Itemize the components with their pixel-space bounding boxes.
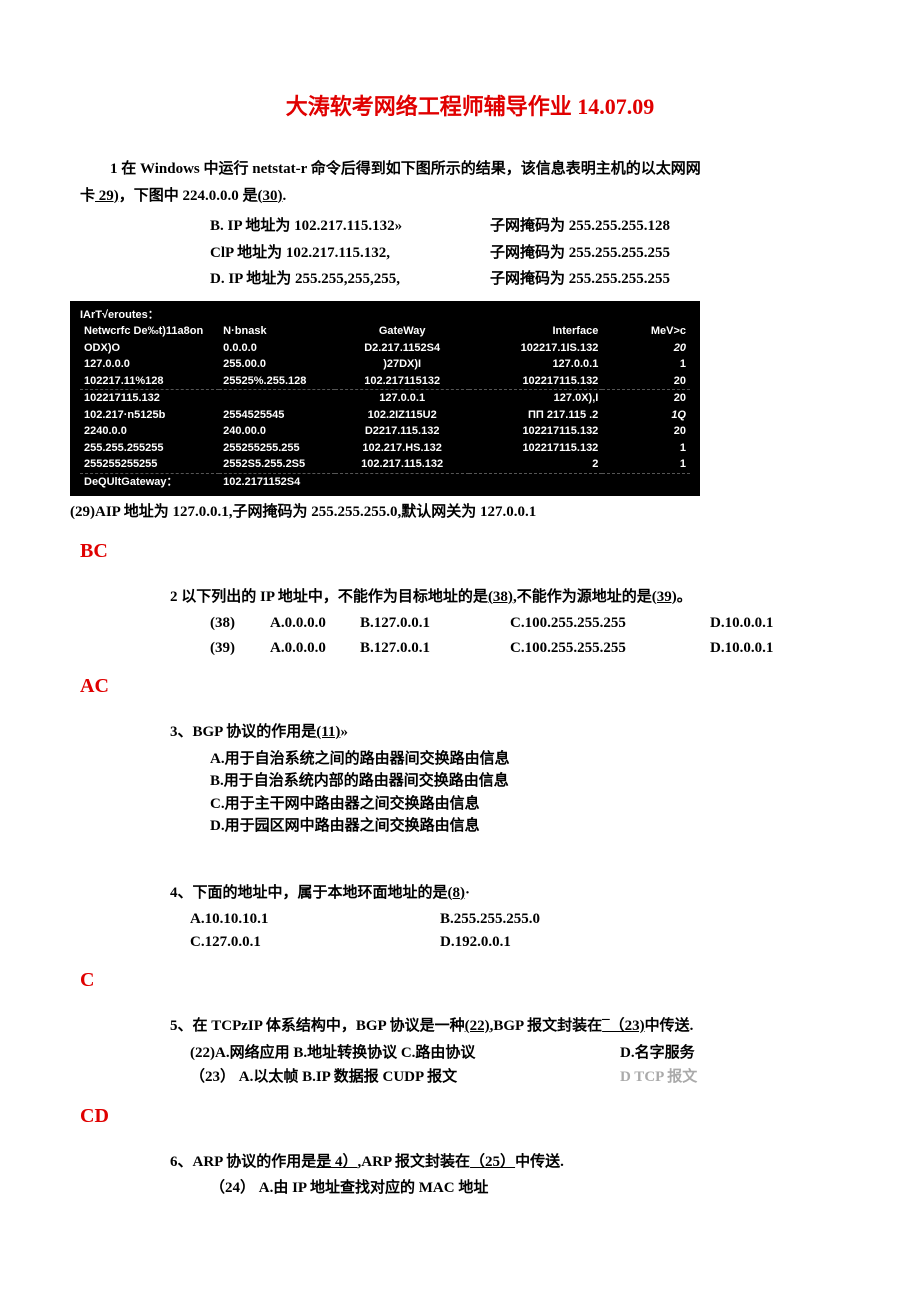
q1-l1a: 1 在 Windows 中运行 netstat-r 命令后得到如下图所示的结果，… <box>110 161 701 177</box>
q6-blank25: （25） <box>470 1154 515 1170</box>
q3-opt-c: C.用于主干网中路由器之间交换路由信息 <box>210 793 830 816</box>
q4-row2: C.127.0.0.1D.192.0.0.1 <box>190 931 830 954</box>
q2-options: (38)A.0.0.0.0B.127.0.0.1C.100.255.255.25… <box>210 612 830 659</box>
q3-stem: 3、BGP 协议的作用是(11)» <box>170 721 830 744</box>
q1-opt-b: B. IP 地址为 102.217.115.132»子网掩码为 255.255.… <box>210 215 830 238</box>
rt-h5: MeV>c <box>602 323 690 340</box>
q5-answer: CD <box>80 1101 830 1131</box>
rt-row: 127.0.0.0255.00.0)27DX)I127.0.0.11 <box>80 356 690 373</box>
q1-opt-d-b: 子网掩码为 255.255.255.255 <box>490 268 670 291</box>
rt-caption: IArT√eroutes： <box>80 307 690 324</box>
q1-line1: 1 在 Windows 中运行 netstat-r 命令后得到如下图所示的结果，… <box>110 158 830 181</box>
q6-blank24: 是 4） <box>316 1154 357 1170</box>
q1-l1b-mid: ，下图中 224.0.0.0 是 <box>119 188 258 204</box>
q1-l1b-suf: . <box>283 188 287 204</box>
q5-stem: 5、在 TCPzIP 体系结构中，BGP 协议是一种(22),BGP 报文封装在… <box>170 1015 830 1038</box>
q1-blank-29: 29) <box>95 188 119 204</box>
q4-s: · <box>465 885 470 901</box>
q5-a: 5、在 TCPzIP 体系结构中，BGP 协议是一种 <box>170 1018 465 1034</box>
rt-footer: DeQUltGateway：102.2171152S4 <box>80 473 690 490</box>
q1-opt-d-a: D. IP 地址为 255.255,255,255, <box>210 268 490 291</box>
rt-row: 102.217·n5125b2554525545102.2IZ115U2ΠΠ 2… <box>80 407 690 424</box>
rt-row: 102217115.132127.0.0.1127.0X),I20 <box>80 390 690 407</box>
q3-s: » <box>340 724 348 740</box>
q2-s: 。 <box>677 589 692 605</box>
q1-opt-d: D. IP 地址为 255.255,255,255,子网掩码为 255.255.… <box>210 268 830 291</box>
rt-h3: GateWay <box>335 323 468 340</box>
q1-line2: 卡 29)，下图中 224.0.0.0 是(30). <box>80 185 830 208</box>
q1-note29: (29)AIP 地址为 127.0.0.1,子网掩码为 255.255.255.… <box>70 501 830 524</box>
rt-row: ODX)O0.0.0.0D2.217.1152S4102217.1IS.1322… <box>80 340 690 357</box>
q5-m: ,BGP 报文封装在 <box>490 1018 603 1034</box>
q3-blank11: (11) <box>316 724 340 740</box>
rt-header: Netwcrfc De‰t)11a8on N·bnask GateWay Int… <box>80 323 690 340</box>
q2-stem: 2 以下列出的 IP 地址中，不能作为目标地址的是(38),不能作为源地址的是(… <box>170 586 830 609</box>
doc-title: 大涛软考网络工程师辅导作业 14.07.09 <box>110 90 830 123</box>
q5-row23: （23） A.以太帧 B.IP 数据报 CUDP 报文D TCP 报文 <box>190 1066 830 1089</box>
q5-blank23: ¯（23) <box>602 1018 645 1034</box>
q2-blank38: (38) <box>488 589 513 605</box>
q6-a: 6、ARP 协议的作用是 <box>170 1154 316 1170</box>
q4-answer: C <box>80 965 830 995</box>
q3-opt-a: A.用于自治系统之间的路由器间交换路由信息 <box>210 748 830 771</box>
q2-blank39: (39) <box>652 589 677 605</box>
q1-l1b-pre: 卡 <box>80 188 95 204</box>
q1-opt-c: ClP 地址为 102.217.115.132,子网掩码为 255.255.25… <box>210 242 830 265</box>
q5-row22: (22)A.网络应用 B.地址转换协议 C.路由协议D.名字服务 <box>190 1042 830 1065</box>
q1-opt-c-b: 子网掩码为 255.255.255.255 <box>490 242 670 265</box>
q4-blank8: (8) <box>448 885 466 901</box>
q1-opt-b-a: B. IP 地址为 102.217.115.132» <box>210 215 490 238</box>
q3-opt-b: B.用于自治系统内部的路由器间交换路由信息 <box>210 770 830 793</box>
q4-options: A.10.10.10.1B.255.255.255.0 C.127.0.0.1D… <box>190 908 830 953</box>
q6-m: ,ARP 报文封装在 <box>358 1154 471 1170</box>
rt-row: 2552552552552552S5.255.2S5102.217.115.13… <box>80 456 690 473</box>
q1-options: B. IP 地址为 102.217.115.132»子网掩码为 255.255.… <box>210 215 830 291</box>
q2-a: 2 以下列出的 IP 地址中，不能作为目标地址的是 <box>170 589 488 605</box>
q4-row1: A.10.10.10.1B.255.255.255.0 <box>190 908 830 931</box>
q5-s: 中传送. <box>645 1018 694 1034</box>
q6-s: 中传送. <box>515 1154 564 1170</box>
rt-row: 2240.0.0240.00.0D2217.115.132102217115.1… <box>80 423 690 440</box>
routing-table: IArT√eroutes： Netwcrfc De‰t)11a8on N·bna… <box>70 301 700 497</box>
q1-opt-b-b: 子网掩码为 255.255.255.128 <box>490 215 670 238</box>
q1-answer: BC <box>80 536 830 566</box>
q5-options: (22)A.网络应用 B.地址转换协议 C.路由协议D.名字服务 （23） A.… <box>190 1042 830 1089</box>
rt-grid: Netwcrfc De‰t)11a8on N·bnask GateWay Int… <box>80 323 690 490</box>
q2-m: ,不能作为源地址的是 <box>513 589 652 605</box>
q4-stem: 4、下面的地址中，属于本地环面地址的是(8)· <box>170 882 830 905</box>
q3-a: 3、BGP 协议的作用是 <box>170 724 316 740</box>
q2-answer: AC <box>80 671 830 701</box>
rt-h1: Netwcrfc De‰t)11a8on <box>80 323 219 340</box>
rt-h2: N·bnask <box>219 323 335 340</box>
q2-row38: (38)A.0.0.0.0B.127.0.0.1C.100.255.255.25… <box>210 612 830 635</box>
q6-stem: 6、ARP 协议的作用是是 4）,ARP 报文封装在（25）中传送. <box>170 1151 830 1174</box>
rt-row: 255.255.255255255255255.255102.217.HS.13… <box>80 440 690 457</box>
q6-line2: （24） A.由 IP 地址查找对应的 MAC 地址 <box>210 1177 830 1200</box>
q4-a: 4、下面的地址中，属于本地环面地址的是 <box>170 885 448 901</box>
q1-blank-30: (30) <box>258 188 283 204</box>
rt-row: 102217.11%12825525%.255.128102.217115132… <box>80 373 690 390</box>
q1-opt-c-a: ClP 地址为 102.217.115.132, <box>210 242 490 265</box>
q2-row39: (39)A.0.0.0.0B.127.0.0.1C.100.255.255.25… <box>210 637 830 660</box>
rt-h4: Interface <box>469 323 602 340</box>
q3-opt-d: D.用于园区网中路由器之间交换路由信息 <box>210 815 830 838</box>
q5-blank22: (22) <box>465 1018 490 1034</box>
